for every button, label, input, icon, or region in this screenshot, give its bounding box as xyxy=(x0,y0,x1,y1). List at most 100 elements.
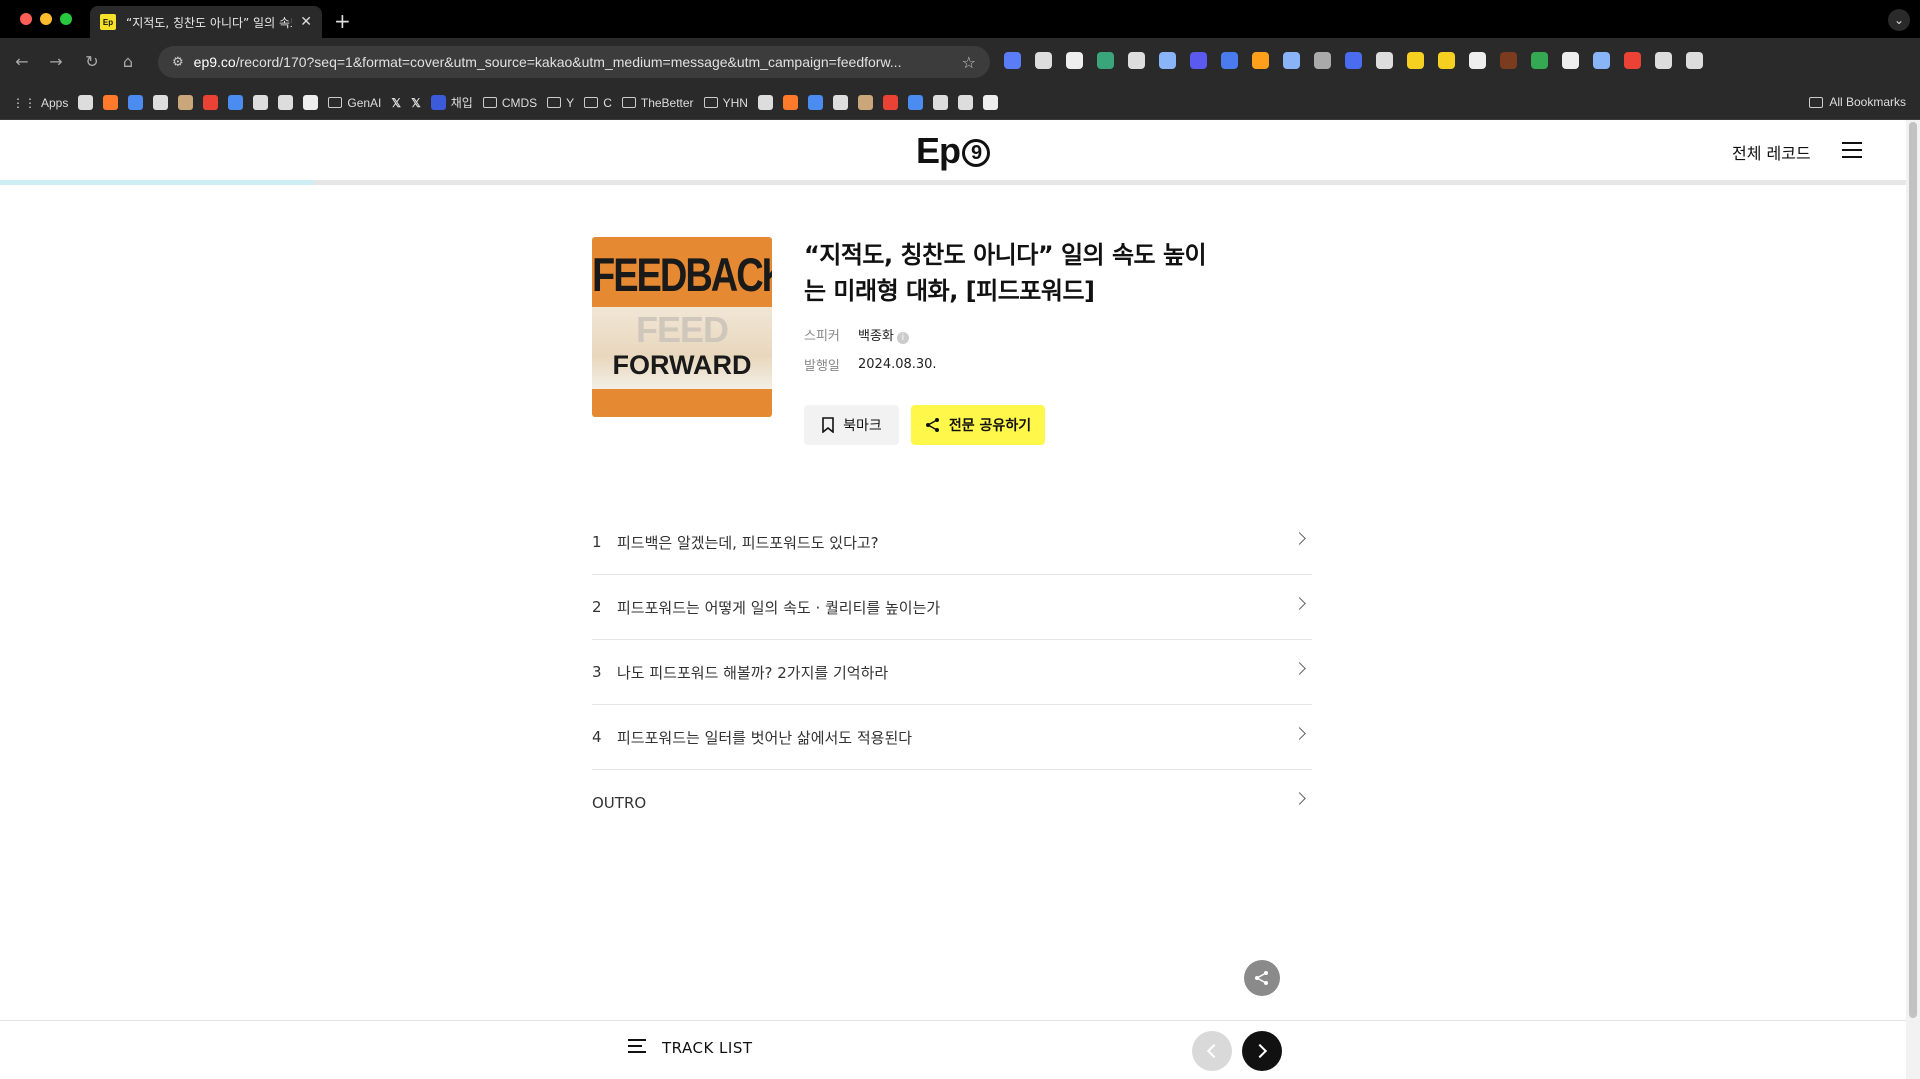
extension-icon-4[interactable] xyxy=(1097,52,1114,69)
bookmark-x[interactable]: 𝕏 xyxy=(391,96,401,110)
reading-progress-bar xyxy=(0,180,1906,185)
track-list-button[interactable]: TRACK LIST xyxy=(628,1039,753,1057)
extension-icon-1[interactable] xyxy=(1004,52,1021,69)
folder-icon xyxy=(1809,96,1824,108)
bookmark-favicon-icon[interactable] xyxy=(128,95,144,110)
bookmark-favicon-icon[interactable] xyxy=(857,95,873,110)
close-icon[interactable]: ✕ xyxy=(300,14,312,30)
bookmark-folder-thebetter[interactable]: TheBetter xyxy=(621,96,694,110)
bookmark-favicon-icon[interactable] xyxy=(253,95,269,110)
extension-icon-20[interactable] xyxy=(1593,52,1610,69)
bookmark-icon-group-2 xyxy=(757,95,998,110)
speaker-name[interactable]: 백종화 i xyxy=(858,325,909,344)
extension-icon-13[interactable] xyxy=(1376,52,1393,69)
extension-icon-19[interactable] xyxy=(1562,52,1579,69)
bookmarks-bar: ⋮⋮ Apps GenAI 𝕏 𝕏 채입 CMDS Y C TheBetter Y… xyxy=(0,86,1920,120)
previous-track-button[interactable] xyxy=(1192,1031,1232,1071)
tab-search-button[interactable]: ⌄ xyxy=(1888,9,1910,31)
track-row[interactable]: 4 피드포워드는 일터를 벗어난 삶에서도 적용된다 xyxy=(592,705,1312,770)
extension-icon-23[interactable] xyxy=(1686,52,1703,69)
bookmark-folder-cmds[interactable]: CMDS xyxy=(482,96,537,110)
share-full-text-button[interactable]: 전문 공유하기 xyxy=(911,405,1045,445)
extension-icon-5[interactable] xyxy=(1128,52,1145,69)
chevron-right-icon xyxy=(1293,792,1306,805)
track-row[interactable]: 2 피드포워드는 어떻게 일의 속도 · 퀄리티를 높이는가 xyxy=(592,575,1312,640)
reload-icon[interactable]: ↻ xyxy=(82,52,102,71)
bookmark-favicon-icon[interactable] xyxy=(757,95,773,110)
forward-icon[interactable]: → xyxy=(46,52,66,71)
extension-icon-11[interactable] xyxy=(1314,52,1331,69)
new-tab-button[interactable]: + xyxy=(334,9,351,33)
bookmark-favicon-icon[interactable] xyxy=(153,95,169,110)
extension-icon-7[interactable] xyxy=(1190,52,1207,69)
extension-icon-3[interactable] xyxy=(1066,52,1083,69)
bookmark-favicon-icon[interactable] xyxy=(807,95,823,110)
extension-icon-8[interactable] xyxy=(1221,52,1238,69)
folder-icon xyxy=(703,97,718,108)
extension-icon-9[interactable] xyxy=(1252,52,1269,69)
bookmark-star-icon[interactable]: ☆ xyxy=(962,53,976,72)
apps-grid-icon: ⋮⋮ xyxy=(12,95,36,110)
site-info-icon[interactable]: ⚙ xyxy=(172,55,184,70)
bookmark-apps[interactable]: ⋮⋮ Apps xyxy=(12,96,68,110)
bookmark-folder-c[interactable]: C xyxy=(584,96,612,110)
date-label: 발행일 xyxy=(804,359,840,374)
address-bar[interactable]: ⚙ ep9.co/record/170?seq=1&format=cover&u… xyxy=(158,46,990,78)
minimize-window-button[interactable] xyxy=(40,13,52,25)
bookmark-favicon-icon[interactable] xyxy=(203,95,219,110)
extension-icon-2[interactable] xyxy=(1035,52,1052,69)
bookmark-favicon-icon[interactable] xyxy=(782,95,798,110)
bookmark-favicon-icon[interactable] xyxy=(228,95,244,110)
bookmark-favicon-icon[interactable] xyxy=(832,95,848,110)
share-icon xyxy=(1255,971,1268,985)
extension-icon-14[interactable] xyxy=(1407,52,1424,69)
bookmark-favicon-icon[interactable] xyxy=(278,95,294,110)
bookmark-folder-yhn[interactable]: YHN xyxy=(703,96,748,110)
folder-icon xyxy=(547,97,562,108)
browser-tab-active[interactable]: Ep “지적도, 칭찬도 아니다” 일의 속도 ✕ xyxy=(90,6,322,38)
track-title: 나도 피드포워드 해볼까? 2가지를 기억하라 xyxy=(617,663,889,682)
bookmark-favicon-icon[interactable] xyxy=(178,95,194,110)
bookmark-favicon-icon[interactable] xyxy=(932,95,948,110)
extension-icon-10[interactable] xyxy=(1283,52,1300,69)
extension-icon-21[interactable] xyxy=(1624,52,1641,69)
info-icon[interactable]: i xyxy=(896,332,909,344)
track-row[interactable]: 3 나도 피드포워드 해볼까? 2가지를 기억하라 xyxy=(592,640,1312,705)
close-window-button[interactable] xyxy=(20,13,32,25)
bookmark-button[interactable]: 북마크 xyxy=(804,405,899,445)
all-bookmarks-button[interactable]: All Bookmarks xyxy=(1809,95,1906,109)
all-records-link[interactable]: 전체 레코드 xyxy=(1732,140,1811,164)
bookmark-favicon-icon[interactable] xyxy=(78,95,94,110)
bookmark-favicon-icon[interactable] xyxy=(957,95,973,110)
extension-icon-15[interactable] xyxy=(1438,52,1455,69)
next-track-button[interactable] xyxy=(1242,1031,1282,1071)
extension-icon-6[interactable] xyxy=(1159,52,1176,69)
track-title: 피드포워드는 일터를 벗어난 삶에서도 적용된다 xyxy=(617,728,913,747)
extension-icon-18[interactable] xyxy=(1531,52,1548,69)
extension-icon-16[interactable] xyxy=(1469,52,1486,69)
extension-icon-17[interactable] xyxy=(1500,52,1517,69)
page-scrollbar[interactable] xyxy=(1906,120,1920,1079)
bookmark-favicon-icon[interactable] xyxy=(982,95,998,110)
bookmark-x-2[interactable]: 𝕏 xyxy=(411,96,421,110)
floating-share-button[interactable] xyxy=(1244,960,1280,996)
extension-icon-12[interactable] xyxy=(1345,52,1362,69)
track-row[interactable]: OUTRO xyxy=(592,770,1312,835)
bookmark-favicon-icon[interactable] xyxy=(882,95,898,110)
track-row[interactable]: 1 피드백은 알겠는데, 피드포워드도 있다고? xyxy=(592,510,1312,575)
bookmark-chaeip[interactable]: 채입 xyxy=(430,94,473,111)
ep9-logo[interactable]: Ep 9 xyxy=(916,130,991,172)
home-icon[interactable]: ⌂ xyxy=(118,52,138,71)
back-icon[interactable]: ← xyxy=(12,52,32,71)
maximize-window-button[interactable] xyxy=(60,13,72,25)
bookmark-folder-genai[interactable]: GenAI xyxy=(328,96,381,110)
bookmark-favicon-icon[interactable] xyxy=(303,95,319,110)
extension-icon-22[interactable] xyxy=(1655,52,1672,69)
url-text: ep9.co/record/170?seq=1&format=cover&utm… xyxy=(193,54,902,70)
menu-icon[interactable] xyxy=(1842,142,1862,163)
scrollbar-thumb[interactable] xyxy=(1909,122,1917,1018)
bookmark-favicon-icon[interactable] xyxy=(103,95,119,110)
extensions-row xyxy=(1004,52,1703,69)
bookmark-folder-y[interactable]: Y xyxy=(547,96,574,110)
bookmark-favicon-icon[interactable] xyxy=(907,95,923,110)
